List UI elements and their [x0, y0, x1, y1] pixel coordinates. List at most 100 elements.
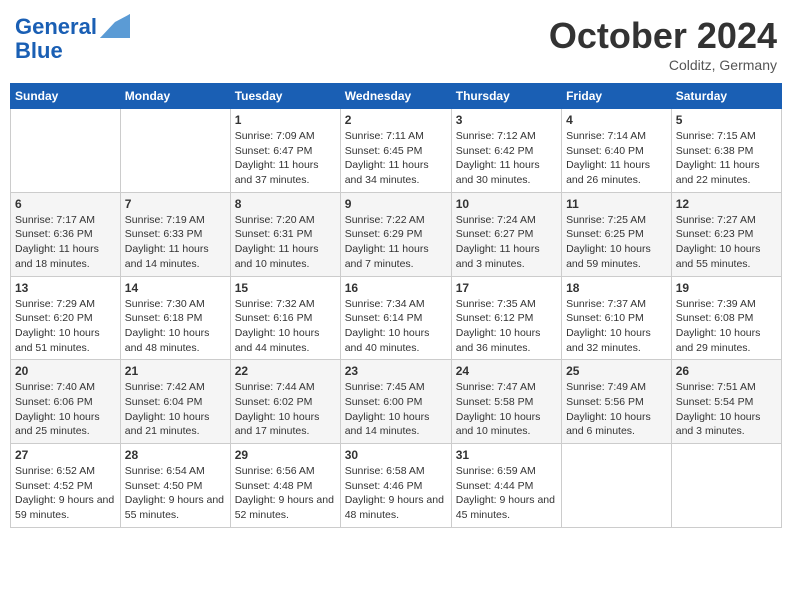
- day-info: Sunrise: 6:52 AM Sunset: 4:52 PM Dayligh…: [15, 464, 116, 523]
- day-info: Sunrise: 7:49 AM Sunset: 5:56 PM Dayligh…: [566, 380, 667, 439]
- day-info: Sunrise: 7:24 AM Sunset: 6:27 PM Dayligh…: [456, 213, 557, 272]
- calendar-cell: 6Sunrise: 7:17 AM Sunset: 6:36 PM Daylig…: [11, 192, 121, 276]
- day-info: Sunrise: 7:34 AM Sunset: 6:14 PM Dayligh…: [345, 297, 447, 356]
- day-info: Sunrise: 7:40 AM Sunset: 6:06 PM Dayligh…: [15, 380, 116, 439]
- month-title: October 2024: [549, 15, 777, 57]
- day-number: 1: [235, 113, 336, 127]
- calendar-cell: 11 Sunrise: 7:25 AM Sunset: 6:25 PM Dayli…: [562, 192, 672, 276]
- day-number: 10: [456, 197, 557, 211]
- day-number: 11: [566, 197, 667, 211]
- calendar-cell: 7 Sunrise: 7:19 AM Sunset: 6:33 PM Daylig…: [120, 192, 230, 276]
- day-number: 16: [345, 281, 447, 295]
- page-header: General Blue October 2024 Colditz, Germa…: [10, 10, 782, 73]
- location: Colditz, Germany: [549, 57, 777, 73]
- weekday-header-thursday: Thursday: [451, 84, 561, 109]
- calendar-week-3: 13 Sunrise: 7:29 AM Sunset: 6:20 PM Dayli…: [11, 276, 782, 360]
- calendar-week-2: 6Sunrise: 7:17 AM Sunset: 6:36 PM Daylig…: [11, 192, 782, 276]
- day-info: Sunrise: 7:29 AM Sunset: 6:20 PM Dayligh…: [15, 297, 116, 356]
- calendar-cell: 9 Sunrise: 7:22 AM Sunset: 6:29 PM Daylig…: [340, 192, 451, 276]
- day-info: Sunrise: 7:30 AM Sunset: 6:18 PM Dayligh…: [125, 297, 226, 356]
- calendar-cell: 12 Sunrise: 7:27 AM Sunset: 6:23 PM Dayli…: [671, 192, 781, 276]
- day-info: Sunrise: 7:12 AM Sunset: 6:42 PM Dayligh…: [456, 129, 557, 188]
- day-number: 27: [15, 448, 116, 462]
- day-info: Sunrise: 7:32 AM Sunset: 6:16 PM Dayligh…: [235, 297, 336, 356]
- day-info: Sunrise: 7:09 AM Sunset: 6:47 PM Dayligh…: [235, 129, 336, 188]
- day-info: Sunrise: 7:15 AM Sunset: 6:38 PM Dayligh…: [676, 129, 777, 188]
- day-number: 14: [125, 281, 226, 295]
- day-number: 13: [15, 281, 116, 295]
- calendar-cell: 13 Sunrise: 7:29 AM Sunset: 6:20 PM Dayli…: [11, 276, 121, 360]
- calendar-week-4: 20 Sunrise: 7:40 AM Sunset: 6:06 PM Dayli…: [11, 360, 782, 444]
- day-number: 21: [125, 364, 226, 378]
- day-number: 4: [566, 113, 667, 127]
- day-number: 26: [676, 364, 777, 378]
- day-number: 24: [456, 364, 557, 378]
- calendar-cell: 24 Sunrise: 7:47 AM Sunset: 5:58 PM Dayli…: [451, 360, 561, 444]
- weekday-header-sunday: Sunday: [11, 84, 121, 109]
- logo: General Blue: [15, 15, 130, 63]
- calendar-cell: 28 Sunrise: 6:54 AM Sunset: 4:50 PM Dayli…: [120, 444, 230, 528]
- calendar-cell: 21 Sunrise: 7:42 AM Sunset: 6:04 PM Dayli…: [120, 360, 230, 444]
- weekday-header-friday: Friday: [562, 84, 672, 109]
- day-number: 25: [566, 364, 667, 378]
- calendar-table: SundayMondayTuesdayWednesdayThursdayFrid…: [10, 83, 782, 528]
- day-number: 6: [15, 197, 116, 211]
- calendar-cell: [11, 109, 121, 193]
- day-info: Sunrise: 7:51 AM Sunset: 5:54 PM Dayligh…: [676, 380, 777, 439]
- day-number: 18: [566, 281, 667, 295]
- day-info: Sunrise: 6:58 AM Sunset: 4:46 PM Dayligh…: [345, 464, 447, 523]
- logo-icon: [100, 14, 130, 38]
- day-number: 9: [345, 197, 447, 211]
- day-info: Sunrise: 7:39 AM Sunset: 6:08 PM Dayligh…: [676, 297, 777, 356]
- day-info: Sunrise: 7:25 AM Sunset: 6:25 PM Dayligh…: [566, 213, 667, 272]
- calendar-cell: 4 Sunrise: 7:14 AM Sunset: 6:40 PM Daylig…: [562, 109, 672, 193]
- day-number: 7: [125, 197, 226, 211]
- calendar-cell: 20 Sunrise: 7:40 AM Sunset: 6:06 PM Dayli…: [11, 360, 121, 444]
- logo-blue-text: Blue: [15, 39, 130, 63]
- weekday-header-saturday: Saturday: [671, 84, 781, 109]
- day-number: 22: [235, 364, 336, 378]
- calendar-cell: 8Sunrise: 7:20 AM Sunset: 6:31 PM Daylig…: [230, 192, 340, 276]
- calendar-cell: 1 Sunrise: 7:09 AM Sunset: 6:47 PM Daylig…: [230, 109, 340, 193]
- calendar-cell: 29Sunrise: 6:56 AM Sunset: 4:48 PM Dayli…: [230, 444, 340, 528]
- calendar-cell: 22 Sunrise: 7:44 AM Sunset: 6:02 PM Dayli…: [230, 360, 340, 444]
- calendar-cell: 2 Sunrise: 7:11 AM Sunset: 6:45 PM Daylig…: [340, 109, 451, 193]
- calendar-cell: 14 Sunrise: 7:30 AM Sunset: 6:18 PM Dayli…: [120, 276, 230, 360]
- day-info: Sunrise: 7:14 AM Sunset: 6:40 PM Dayligh…: [566, 129, 667, 188]
- day-info: Sunrise: 7:22 AM Sunset: 6:29 PM Dayligh…: [345, 213, 447, 272]
- day-info: Sunrise: 7:35 AM Sunset: 6:12 PM Dayligh…: [456, 297, 557, 356]
- day-number: 5: [676, 113, 777, 127]
- day-number: 17: [456, 281, 557, 295]
- calendar-cell: 17 Sunrise: 7:35 AM Sunset: 6:12 PM Dayli…: [451, 276, 561, 360]
- day-info: Sunrise: 7:44 AM Sunset: 6:02 PM Dayligh…: [235, 380, 336, 439]
- calendar-week-1: 1 Sunrise: 7:09 AM Sunset: 6:47 PM Daylig…: [11, 109, 782, 193]
- day-info: Sunrise: 6:56 AM Sunset: 4:48 PM Dayligh…: [235, 464, 336, 523]
- day-number: 12: [676, 197, 777, 211]
- day-info: Sunrise: 7:11 AM Sunset: 6:45 PM Dayligh…: [345, 129, 447, 188]
- day-info: Sunrise: 6:54 AM Sunset: 4:50 PM Dayligh…: [125, 464, 226, 523]
- calendar-cell: [562, 444, 672, 528]
- calendar-cell: 25 Sunrise: 7:49 AM Sunset: 5:56 PM Dayli…: [562, 360, 672, 444]
- calendar-cell: 5 Sunrise: 7:15 AM Sunset: 6:38 PM Daylig…: [671, 109, 781, 193]
- day-info: Sunrise: 7:42 AM Sunset: 6:04 PM Dayligh…: [125, 380, 226, 439]
- calendar-cell: 3 Sunrise: 7:12 AM Sunset: 6:42 PM Daylig…: [451, 109, 561, 193]
- day-number: 3: [456, 113, 557, 127]
- weekday-header-tuesday: Tuesday: [230, 84, 340, 109]
- day-info: Sunrise: 7:27 AM Sunset: 6:23 PM Dayligh…: [676, 213, 777, 272]
- calendar-cell: 10 Sunrise: 7:24 AM Sunset: 6:27 PM Dayli…: [451, 192, 561, 276]
- day-info: Sunrise: 7:45 AM Sunset: 6:00 PM Dayligh…: [345, 380, 447, 439]
- day-number: 19: [676, 281, 777, 295]
- day-info: Sunrise: 7:37 AM Sunset: 6:10 PM Dayligh…: [566, 297, 667, 356]
- calendar-week-5: 27 Sunrise: 6:52 AM Sunset: 4:52 PM Dayli…: [11, 444, 782, 528]
- calendar-cell: [671, 444, 781, 528]
- day-info: Sunrise: 7:47 AM Sunset: 5:58 PM Dayligh…: [456, 380, 557, 439]
- day-number: 20: [15, 364, 116, 378]
- title-block: October 2024 Colditz, Germany: [549, 15, 777, 73]
- calendar-cell: [120, 109, 230, 193]
- calendar-cell: 31Sunrise: 6:59 AM Sunset: 4:44 PM Dayli…: [451, 444, 561, 528]
- weekday-header-monday: Monday: [120, 84, 230, 109]
- day-number: 2: [345, 113, 447, 127]
- day-info: Sunrise: 7:19 AM Sunset: 6:33 PM Dayligh…: [125, 213, 226, 272]
- day-number: 28: [125, 448, 226, 462]
- weekday-header-row: SundayMondayTuesdayWednesdayThursdayFrid…: [11, 84, 782, 109]
